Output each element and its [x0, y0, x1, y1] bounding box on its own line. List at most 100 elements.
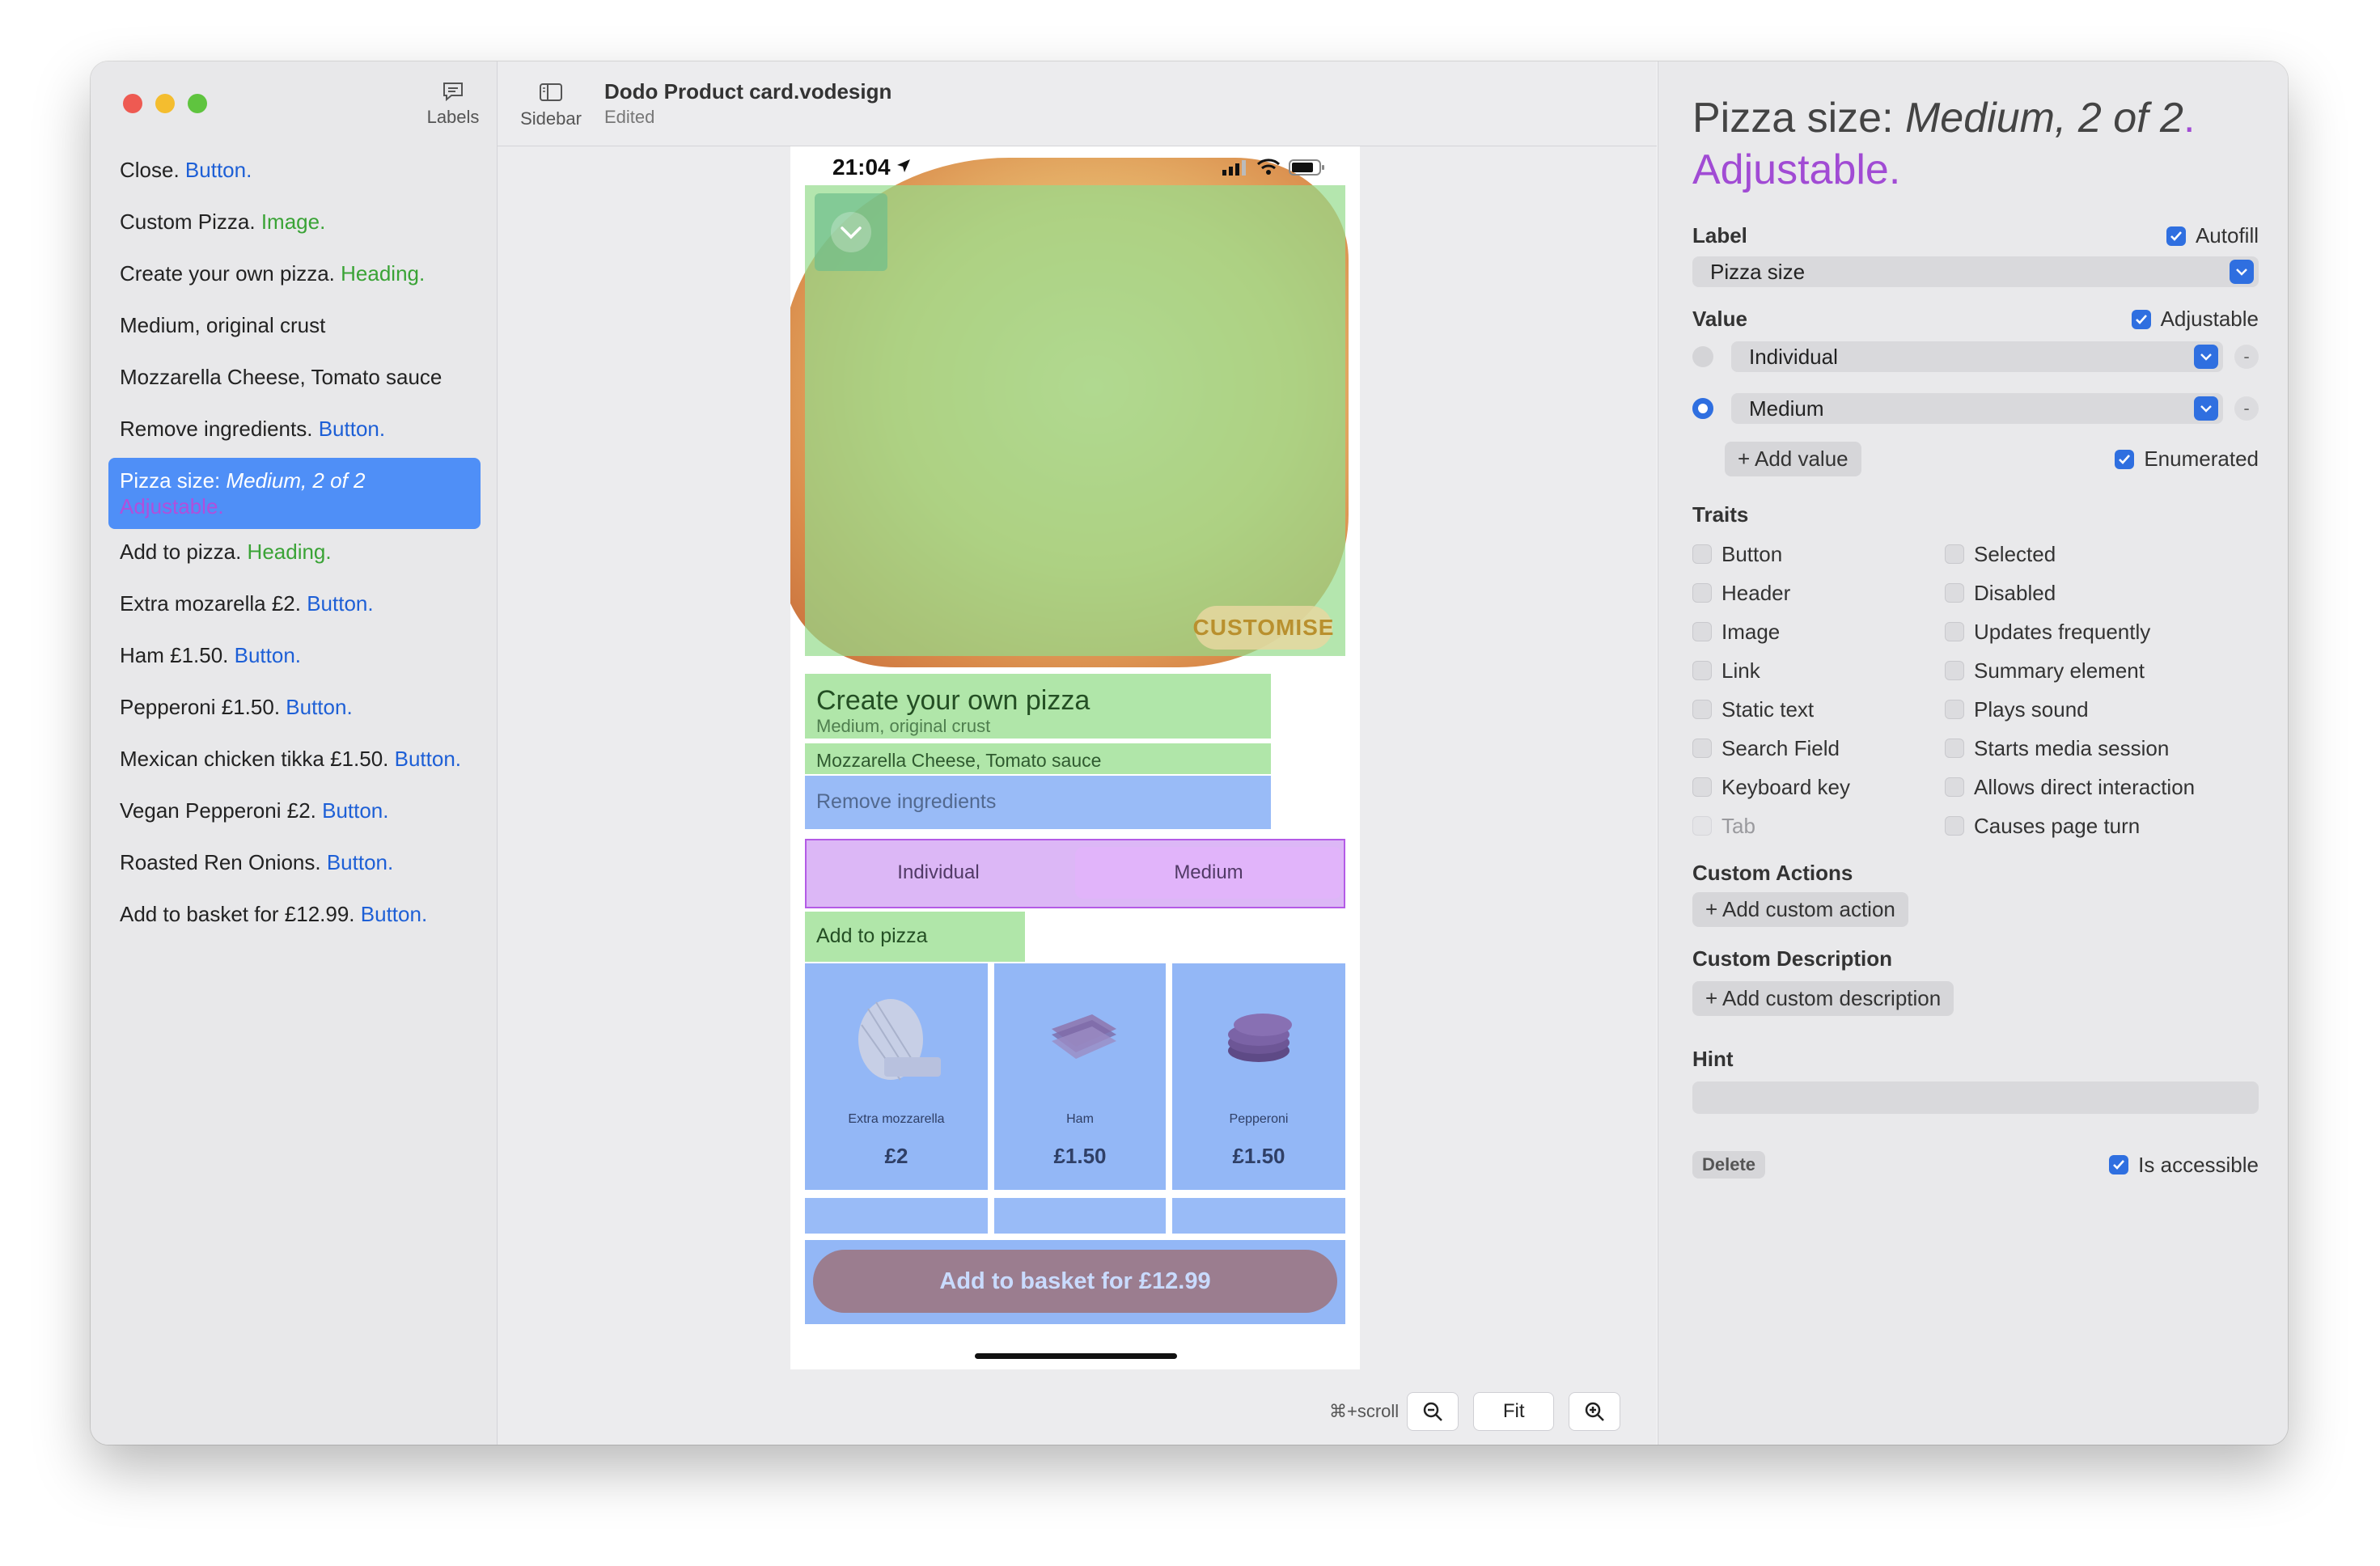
minimize-window-button[interactable]: [155, 94, 175, 113]
remove-ingredients-button[interactable]: Remove ingredients: [816, 790, 996, 814]
trait-checkbox[interactable]: Link: [1692, 655, 1945, 686]
element-label: Vegan Pepperoni £2.: [120, 798, 316, 823]
ingredients-text: Mozzarella Cheese, Tomato sauce: [816, 750, 1102, 771]
traits-section-title: Traits: [1692, 502, 1749, 527]
size-option-medium[interactable]: Medium: [1075, 847, 1342, 899]
remove-value-button[interactable]: -: [2234, 345, 2259, 369]
element-list-item[interactable]: Remove ingredients. Button.: [108, 406, 481, 458]
checkbox-box: [1945, 816, 1964, 836]
size-option-individual[interactable]: Individual: [805, 844, 1072, 902]
zoom-window-button[interactable]: [188, 94, 207, 113]
element-list-item[interactable]: Mexican chicken tikka £1.50. Button.: [108, 736, 481, 788]
element-list-item[interactable]: Extra mozarella £2. Button.: [108, 581, 481, 633]
enumerated-checkbox[interactable]: Enumerated: [2115, 447, 2259, 472]
trait-checkbox[interactable]: Disabled: [1945, 578, 2220, 608]
element-list-item[interactable]: Mozzarella Cheese, Tomato sauce: [108, 354, 481, 406]
element-trait: Button.: [280, 695, 353, 719]
zoom-fit-button[interactable]: Fit: [1473, 1392, 1555, 1431]
element-list-item[interactable]: Add to basket for £12.99. Button.: [108, 891, 481, 943]
adjustable-checkbox[interactable]: Adjustable: [2131, 307, 2259, 332]
value-actions-row: + Add value Enumerated: [1692, 442, 2259, 476]
add-custom-description-button[interactable]: + Add custom description: [1692, 981, 1954, 1016]
topping-card-pepperoni[interactable]: Pepperoni £1.50: [1172, 963, 1345, 1190]
trait-label: Causes page turn: [1974, 813, 2141, 838]
trait-checkbox[interactable]: Allows direct interaction: [1945, 772, 2220, 802]
sidebar-toggle-button[interactable]: Sidebar: [519, 83, 583, 129]
sidebar-icon: [540, 83, 562, 101]
trait-checkbox[interactable]: Updates frequently: [1945, 616, 2220, 647]
trait-checkbox[interactable]: Starts media session: [1945, 733, 2220, 764]
chevron-down-icon: [2230, 260, 2254, 284]
topping-card-ham[interactable]: Ham £1.50: [994, 963, 1166, 1190]
label-select[interactable]: Pizza size: [1692, 256, 2259, 287]
trait-label: Keyboard key: [1721, 774, 1850, 799]
element-list-item[interactable]: Custom Pizza. Image.: [108, 199, 481, 251]
trait-checkbox[interactable]: Header: [1692, 578, 1945, 608]
checkbox-box: [1692, 622, 1712, 641]
trait-checkbox[interactable]: Image: [1692, 616, 1945, 647]
pizza-subheading: Medium, original crust: [816, 716, 991, 736]
trait-checkbox[interactable]: Plays sound: [1945, 694, 2220, 725]
add-custom-action-button[interactable]: + Add custom action: [1692, 892, 1908, 927]
element-list-item[interactable]: Create your own pizza. Heading.: [108, 251, 481, 303]
add-to-basket-button[interactable]: Add to basket for £12.99: [813, 1250, 1337, 1313]
element-list-item[interactable]: Medium, original crust: [108, 303, 481, 354]
element-label: Add to basket for £12.99.: [120, 902, 355, 926]
hint-input[interactable]: [1692, 1081, 2259, 1114]
remove-value-button[interactable]: -: [2234, 396, 2259, 421]
trait-checkbox[interactable]: Causes page turn: [1945, 811, 2220, 841]
add-value-button[interactable]: + Add value: [1725, 442, 1861, 476]
is-accessible-checkbox[interactable]: Is accessible: [2109, 1153, 2259, 1178]
element-list-item[interactable]: Ham £1.50. Button.: [108, 633, 481, 684]
delete-button[interactable]: Delete: [1692, 1151, 1766, 1179]
element-list-item[interactable]: Pepperoni £1.50. Button.: [108, 684, 481, 736]
topping-card-partial[interactable]: [994, 1198, 1166, 1234]
element-label: Pizza size:: [120, 468, 227, 493]
labels-sidebar: Labels Close. Button. Custom Pizza. Image…: [91, 61, 498, 1445]
checkbox-box: [1692, 816, 1712, 836]
labels-toolbar-button[interactable]: Labels: [414, 81, 492, 128]
trait-checkbox[interactable]: Keyboard key: [1692, 772, 1945, 802]
zoom-in-button[interactable]: [1569, 1392, 1621, 1431]
document-title: Dodo Product card.vodesign: [604, 79, 892, 104]
title-dot: .: [2183, 95, 2196, 142]
ham-icon: [1052, 1014, 1116, 1059]
autofill-checkbox[interactable]: Autofill: [2166, 223, 2259, 248]
element-trait: Button.: [315, 798, 389, 823]
value-select-individual[interactable]: Individual: [1731, 341, 2223, 372]
element-list-item[interactable]: Add to pizza. Heading.: [108, 529, 481, 581]
element-label: Close.: [120, 158, 180, 182]
pizza-heading: Create your own pizza: [816, 685, 1090, 716]
zoom-hint: ⌘+scroll: [1329, 1401, 1400, 1421]
checkbox-box: [1945, 777, 1964, 797]
value-radio-individual[interactable]: [1692, 346, 1713, 367]
title-prefix: Pizza size:: [1692, 95, 1905, 142]
trait-checkbox[interactable]: Button: [1692, 539, 1945, 569]
trait-label: Tab: [1721, 813, 1755, 838]
chevron-down-icon: [2194, 345, 2218, 369]
trait-label: Allows direct interaction: [1974, 774, 2196, 799]
element-list-item[interactable]: Pizza size: Medium, 2 of 2 Adjustable.: [108, 458, 481, 529]
trait-checkbox[interactable]: Selected: [1945, 539, 2220, 569]
value-radio-medium[interactable]: [1692, 398, 1713, 419]
topping-card-partial[interactable]: [1172, 1198, 1345, 1234]
element-list-item[interactable]: Close. Button.: [108, 147, 481, 199]
status-time: 21:04: [832, 154, 891, 180]
topping-card-mozzarella[interactable]: Extra mozzarella £2: [805, 963, 988, 1190]
checkbox-box: [1692, 583, 1712, 603]
trait-checkbox[interactable]: Summary element: [1945, 655, 2220, 686]
checkmark-icon: [2115, 449, 2135, 469]
trait-checkbox[interactable]: Search Field: [1692, 733, 1945, 764]
checkbox-box: [1692, 739, 1712, 758]
topping-card-partial[interactable]: [805, 1198, 988, 1234]
pizza-size-segmented-control[interactable]: Individual Medium: [805, 844, 1345, 902]
zoom-out-button[interactable]: [1407, 1392, 1459, 1431]
checkbox-box: [1945, 700, 1964, 719]
element-list-item[interactable]: Roasted Ren Onions. Button.: [108, 840, 481, 891]
trait-checkbox[interactable]: Static text: [1692, 694, 1945, 725]
close-window-button[interactable]: [123, 94, 142, 113]
customise-badge[interactable]: CUSTOMISE: [1193, 606, 1333, 650]
element-list-item[interactable]: Vegan Pepperoni £2. Button.: [108, 788, 481, 840]
value-select-medium[interactable]: Medium: [1731, 393, 2223, 424]
close-button-overlay[interactable]: [815, 193, 887, 271]
